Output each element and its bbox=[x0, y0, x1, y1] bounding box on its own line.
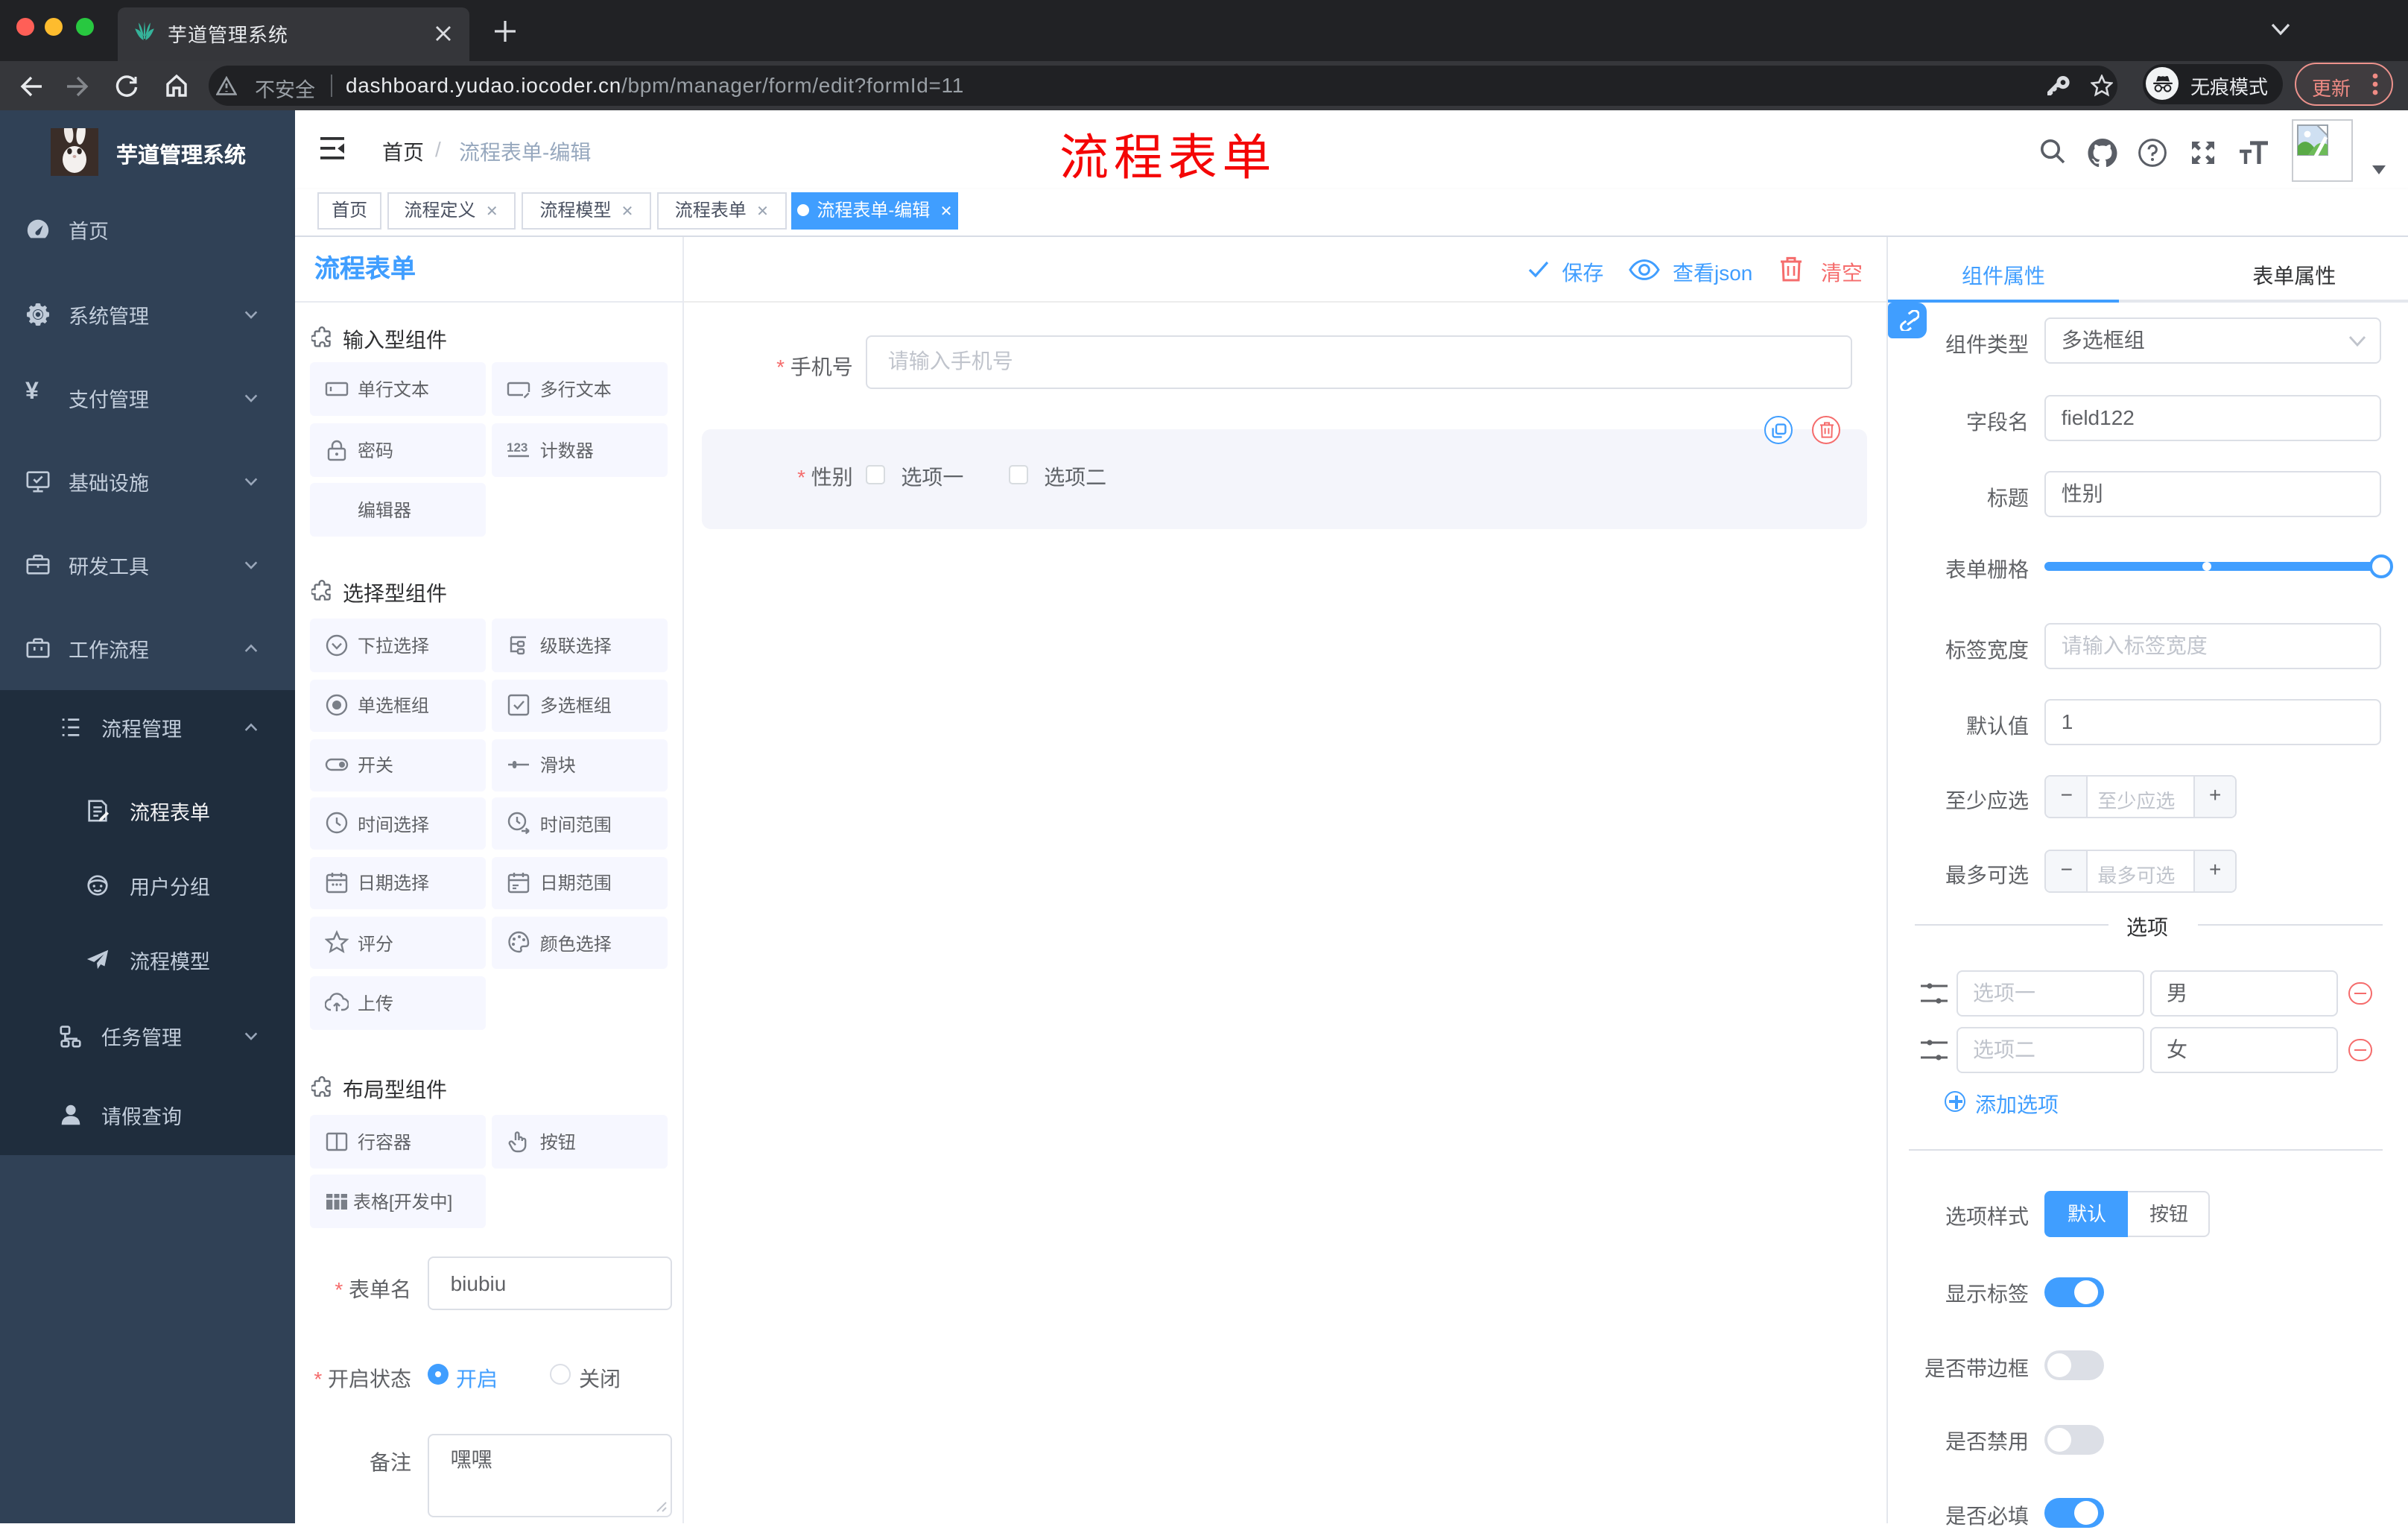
svg-text:123: 123 bbox=[507, 440, 528, 454]
